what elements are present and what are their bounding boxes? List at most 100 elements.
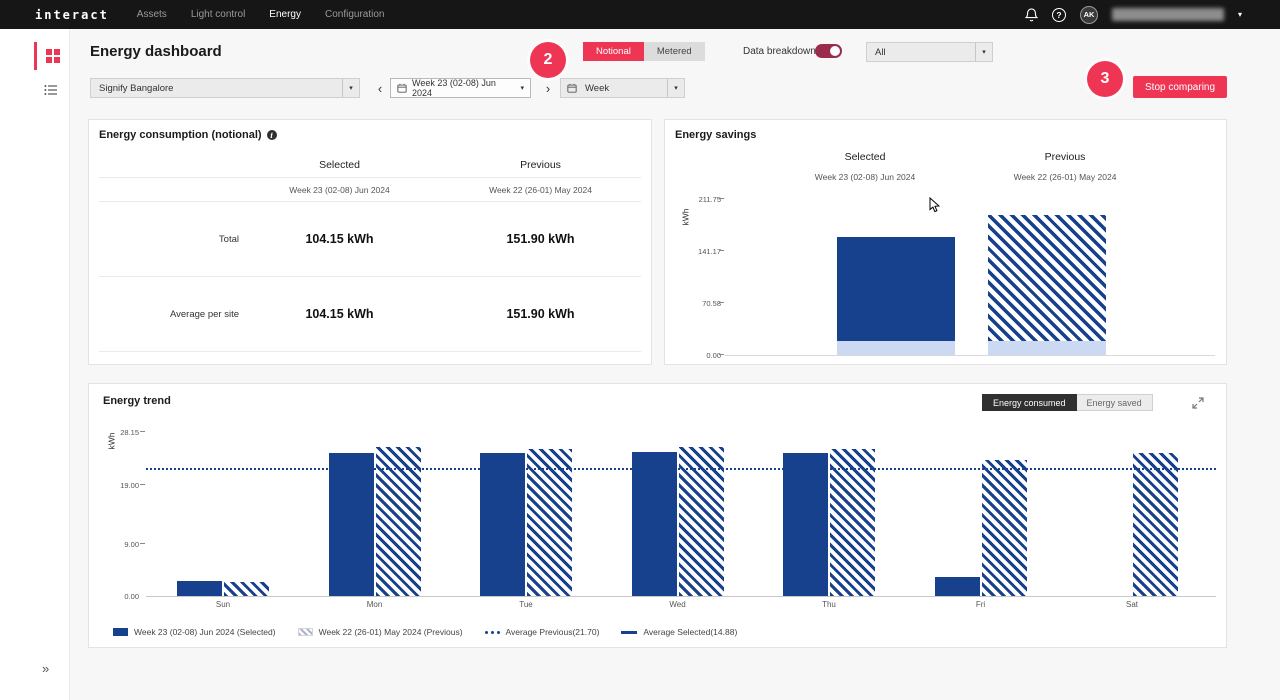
sidebar-item-reports[interactable] bbox=[34, 76, 68, 104]
expand-icon[interactable] bbox=[1192, 396, 1204, 414]
energy-trend-card: Energy trend Energy consumed Energy save… bbox=[88, 383, 1227, 648]
sidebar-expand-button[interactable]: » bbox=[42, 661, 49, 676]
trend-bar-selected-tue[interactable] bbox=[480, 453, 525, 596]
caret-down-icon: ▾ bbox=[975, 43, 992, 61]
savings-ytick-label: 141.17 bbox=[698, 247, 721, 256]
savings-tick-mark bbox=[719, 354, 724, 355]
next-period-button[interactable]: › bbox=[540, 78, 556, 98]
light-bar-segment bbox=[837, 341, 955, 355]
breakdown-filter-dropdown[interactable]: All ▾ bbox=[866, 42, 993, 62]
annotation-step-3: 3 bbox=[1087, 61, 1123, 97]
energy-consumed-tab[interactable]: Energy consumed bbox=[982, 394, 1077, 411]
savings-tick-mark bbox=[719, 198, 724, 199]
legend-item: Average Previous(21.70) bbox=[485, 627, 600, 637]
trend-bar-selected-sun[interactable] bbox=[177, 581, 222, 596]
interact-logo: interact bbox=[35, 8, 109, 22]
info-icon[interactable]: i bbox=[267, 130, 277, 140]
trend-bar-previous-mon[interactable] bbox=[376, 447, 421, 596]
legend-label: Week 23 (02-08) Jun 2024 (Selected) bbox=[134, 627, 276, 637]
trend-title-text: Energy trend bbox=[103, 395, 171, 407]
page-title: Energy dashboard bbox=[90, 43, 222, 60]
trend-tick-mark bbox=[140, 543, 145, 544]
table-row: Total 104.15 kWh 151.90 kWh bbox=[99, 202, 641, 277]
savings-selected-week: Week 23 (02-08) Jun 2024 bbox=[755, 172, 975, 182]
savings-y-axis: 0.0070.58141.17211.75 bbox=[687, 200, 721, 356]
trend-bar-selected-fri[interactable] bbox=[935, 577, 980, 596]
sidebar-item-dashboard[interactable] bbox=[34, 42, 68, 70]
period-type-dropdown[interactable]: Week ▾ bbox=[560, 78, 685, 98]
trend-bar-previous-fri[interactable] bbox=[982, 460, 1027, 596]
avatar[interactable]: AK bbox=[1080, 6, 1098, 24]
nav-light-control[interactable]: Light control bbox=[191, 9, 245, 20]
data-type-segmented-control: Notional Metered bbox=[583, 42, 705, 61]
savings-bar-selected[interactable] bbox=[837, 237, 955, 355]
savings-ytick-label: 70.58 bbox=[702, 299, 721, 308]
calendar-icon bbox=[561, 83, 577, 93]
caret-down-icon: ▾ bbox=[667, 79, 684, 97]
trend-view-segmented-control: Energy consumed Energy saved bbox=[982, 394, 1153, 411]
notional-tab[interactable]: Notional bbox=[583, 42, 644, 61]
stop-comparing-button[interactable]: Stop comparing bbox=[1133, 76, 1227, 98]
savings-ytick-label: 211.75 bbox=[699, 195, 721, 204]
notification-bell-icon[interactable] bbox=[1025, 8, 1038, 22]
solid-bar-segment bbox=[837, 237, 955, 341]
trend-bar-previous-thu[interactable] bbox=[830, 449, 875, 596]
selected-week-label: Week 23 (02-08) Jun 2024 bbox=[239, 185, 440, 195]
consumption-title-text: Energy consumption (notional) bbox=[99, 129, 262, 141]
col-selected-label: Selected bbox=[239, 159, 440, 171]
light-bar-segment bbox=[988, 341, 1106, 355]
consumption-card-title: Energy consumption (notional) i bbox=[99, 129, 277, 141]
legend-item: Week 23 (02-08) Jun 2024 (Selected) bbox=[113, 627, 276, 637]
trend-day-label: Tue bbox=[496, 600, 556, 609]
hatched-bar-segment bbox=[988, 215, 1106, 341]
trend-ytick-label: 28.15 bbox=[120, 428, 139, 437]
savings-bar-previous[interactable] bbox=[988, 215, 1106, 355]
data-breakdown-label: Data breakdown bbox=[743, 46, 816, 57]
nav-assets[interactable]: Assets bbox=[137, 9, 167, 20]
user-name-redacted bbox=[1112, 8, 1224, 21]
metered-tab[interactable]: Metered bbox=[644, 42, 705, 61]
date-range-picker[interactable]: Week 23 (02-08) Jun 2024 ▾ bbox=[390, 78, 531, 98]
site-group-dropdown[interactable]: Signify Bangalore ▾ bbox=[90, 78, 360, 98]
nav-energy[interactable]: Energy bbox=[269, 9, 301, 20]
mouse-cursor bbox=[929, 197, 940, 218]
caret-down-icon: ▾ bbox=[520, 84, 524, 92]
trend-bar-previous-tue[interactable] bbox=[527, 449, 572, 596]
legend-swatch-dots bbox=[485, 631, 500, 634]
main-nav: Assets Light control Energy Configuratio… bbox=[137, 9, 385, 20]
nav-configuration[interactable]: Configuration bbox=[325, 9, 384, 20]
average-previous-line bbox=[146, 468, 1216, 470]
legend-item: Week 22 (26-01) May 2024 (Previous) bbox=[298, 627, 463, 637]
trend-ytick-label: 0.00 bbox=[124, 592, 139, 601]
trend-day-label: Mon bbox=[345, 600, 405, 609]
calendar-icon bbox=[397, 83, 407, 93]
trend-bar-selected-wed[interactable] bbox=[632, 452, 677, 596]
account-caret-icon[interactable]: ▾ bbox=[1238, 10, 1242, 19]
row-label: Average per site bbox=[99, 309, 239, 320]
left-sidebar: » bbox=[0, 29, 70, 700]
trend-bar-previous-sun[interactable] bbox=[224, 582, 269, 596]
caret-down-icon: ▾ bbox=[342, 79, 359, 97]
trend-bar-selected-thu[interactable] bbox=[783, 453, 828, 596]
dashboard-icon bbox=[46, 49, 60, 63]
average-previous-value: 151.90 kWh bbox=[440, 307, 641, 321]
trend-ytick-label: 9.00 bbox=[124, 540, 139, 549]
energy-consumption-card: Energy consumption (notional) i Selected… bbox=[88, 119, 652, 365]
data-breakdown-toggle[interactable] bbox=[815, 44, 842, 58]
trend-bar-previous-sat[interactable] bbox=[1133, 453, 1178, 596]
date-range-value: Week 23 (02-08) Jun 2024 bbox=[412, 78, 515, 98]
total-previous-value: 151.90 kWh bbox=[440, 232, 641, 246]
help-icon[interactable]: ? bbox=[1052, 8, 1066, 22]
consumption-header-row: Selected Previous bbox=[99, 152, 641, 178]
savings-card-title: Energy savings bbox=[675, 129, 756, 141]
row-label: Total bbox=[99, 234, 239, 245]
energy-saved-tab[interactable]: Energy saved bbox=[1077, 394, 1153, 411]
legend-label: Week 22 (26-01) May 2024 (Previous) bbox=[319, 627, 463, 637]
trend-tick-mark bbox=[140, 484, 145, 485]
trend-day-label: Wed bbox=[648, 600, 708, 609]
trend-bar-selected-mon[interactable] bbox=[329, 453, 374, 596]
energy-savings-card: Energy savings Selected Previous Week 23… bbox=[664, 119, 1227, 365]
previous-period-button[interactable]: ‹ bbox=[372, 78, 388, 98]
col-previous-label: Previous bbox=[440, 159, 641, 171]
list-icon bbox=[44, 84, 58, 96]
